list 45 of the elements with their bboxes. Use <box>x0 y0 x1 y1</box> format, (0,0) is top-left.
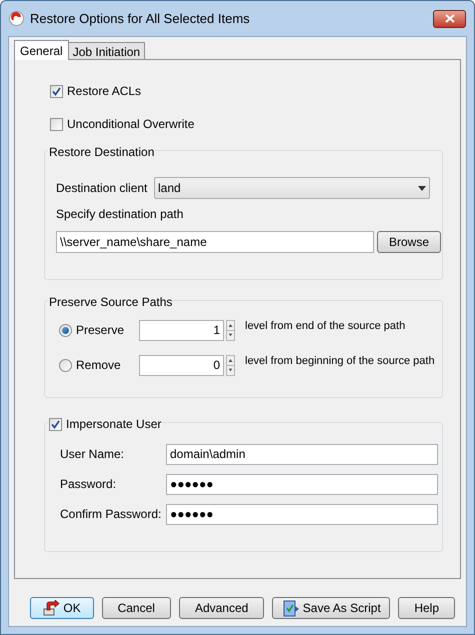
close-icon <box>444 14 454 23</box>
spin-buttons[interactable] <box>226 320 235 340</box>
checkmark-icon <box>51 420 60 428</box>
field-label: User Name: <box>60 446 126 463</box>
window-title: Restore Options for All Selected Items <box>30 10 251 28</box>
path-field[interactable]: \\server_name\share_name <box>56 231 374 253</box>
field-label: Confirm Password: <box>60 506 162 523</box>
radio-label: Remove <box>76 357 121 374</box>
dialog-button[interactable]: Advanced <box>178 597 264 619</box>
field-label: Destination client <box>56 180 148 197</box>
checkbox-label: Restore ACLs <box>67 83 142 100</box>
browse-button[interactable]: Browse <box>377 231 441 253</box>
checkbox-label: Unconditional Overwrite <box>67 116 194 133</box>
restore-icon <box>42 600 60 616</box>
tab[interactable]: General <box>14 40 69 60</box>
level-description: level from end of the source path <box>245 319 406 334</box>
checkbox[interactable] <box>50 118 63 130</box>
checkbox[interactable] <box>50 84 63 98</box>
radio-button[interactable] <box>59 358 72 372</box>
close-button[interactable] <box>433 10 466 28</box>
checkbox[interactable] <box>49 418 62 430</box>
app-logo-icon <box>9 11 24 26</box>
script-icon <box>282 600 300 616</box>
spin-buttons[interactable] <box>226 354 235 376</box>
radio-label: Preserve <box>76 322 124 339</box>
dropdown-arrow-icon <box>418 186 426 190</box>
ok-button[interactable]: OK <box>30 597 94 619</box>
number-field[interactable]: 1 <box>139 320 224 340</box>
field-label: Password: <box>60 476 118 493</box>
down-arrow-icon <box>227 364 234 374</box>
tab[interactable]: Job Initiation <box>68 42 146 59</box>
save-script-button[interactable]: Save As Script <box>272 597 390 619</box>
checkmark-icon <box>52 86 61 96</box>
down-arrow-icon <box>227 330 234 338</box>
number-field[interactable]: 0 <box>139 354 224 376</box>
input-field[interactable]: ●●●●●● <box>166 474 438 494</box>
checkbox-label: Impersonate User <box>66 416 162 433</box>
dialog-button[interactable]: Help <box>398 597 455 619</box>
radio-button[interactable] <box>59 324 72 336</box>
dialog-button[interactable]: Cancel <box>102 597 171 619</box>
field-label: Specify destination path <box>56 206 184 223</box>
input-field[interactable]: ●●●●●● <box>166 504 438 524</box>
destination-client-dropdown[interactable]: land <box>154 177 430 199</box>
input-field[interactable]: domain\admin <box>166 444 438 464</box>
level-description: level from beginning of the source path <box>245 354 435 370</box>
